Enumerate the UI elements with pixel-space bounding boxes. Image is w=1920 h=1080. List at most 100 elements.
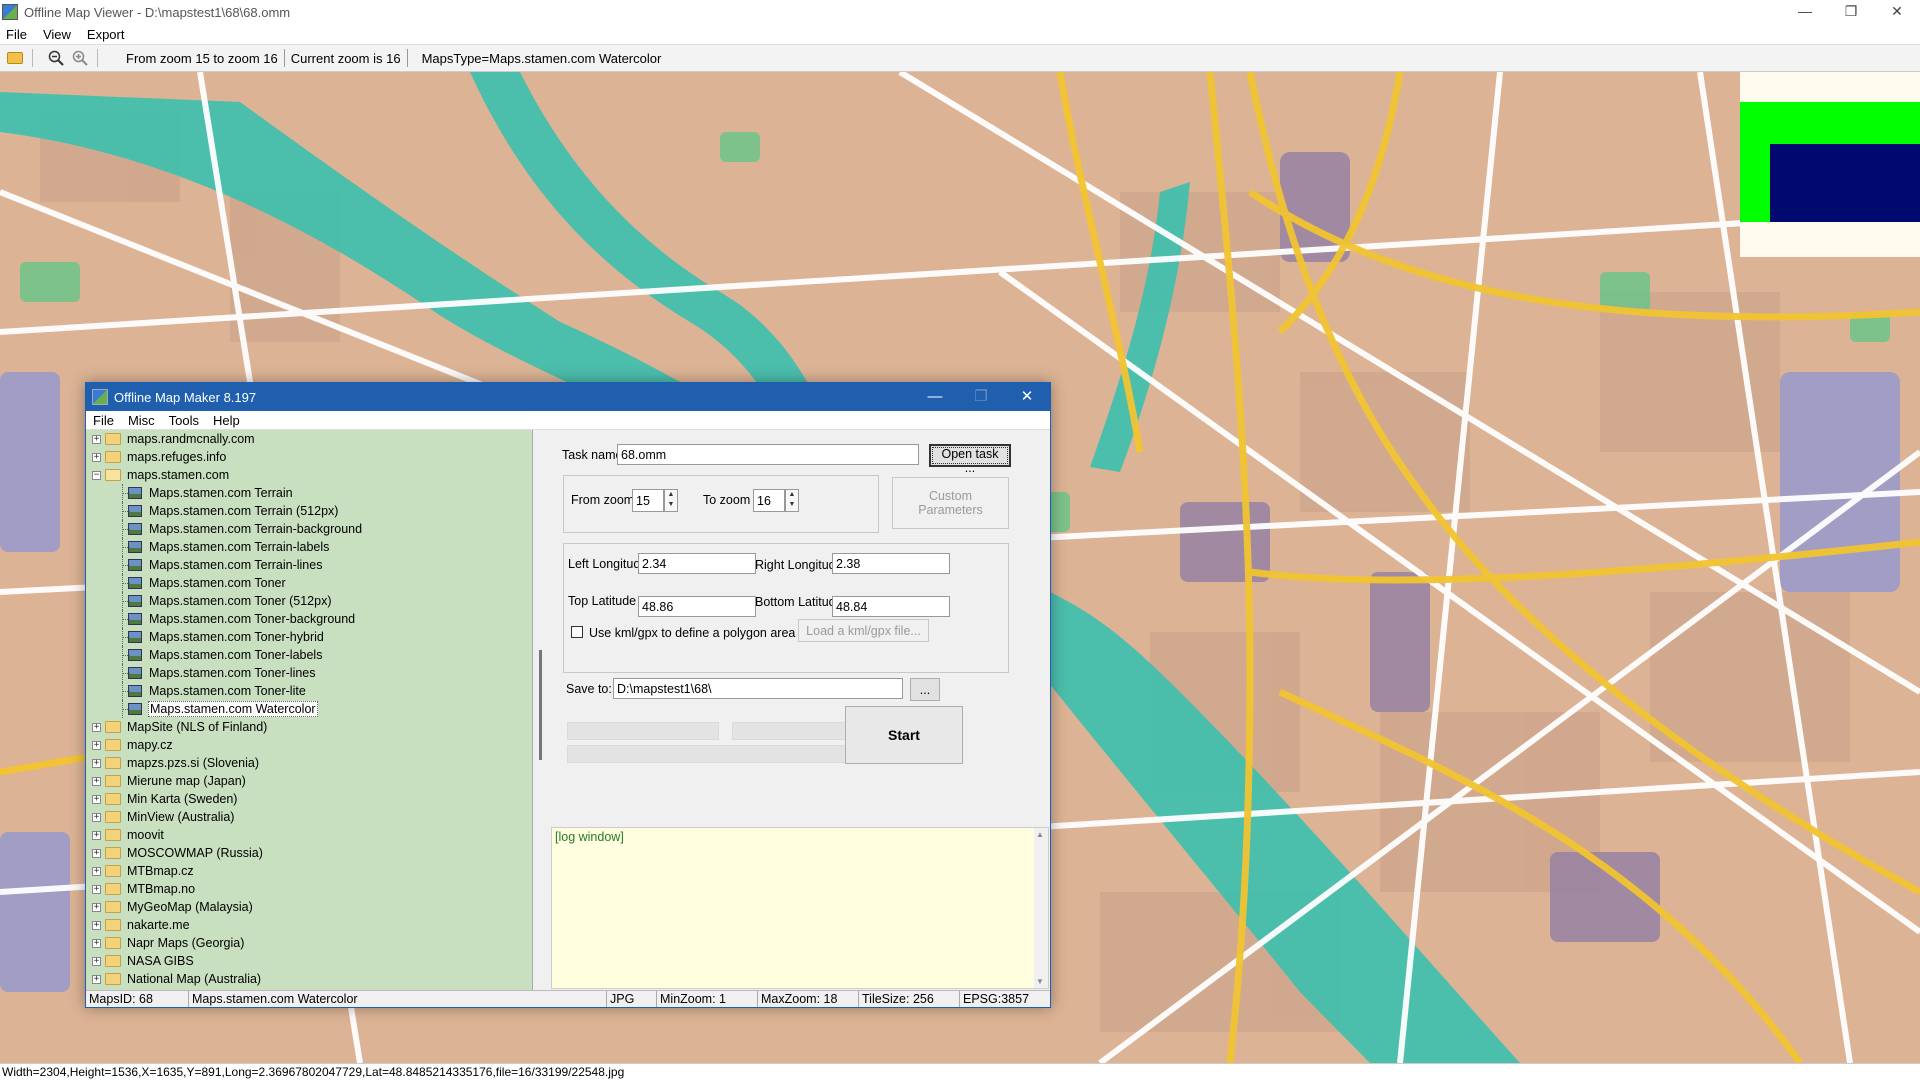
tree-map-item[interactable]: Maps.stamen.com Watercolor [86, 700, 532, 718]
dialog-menu-misc[interactable]: Misc [121, 413, 162, 428]
dialog-menu-file[interactable]: File [86, 413, 121, 428]
tree-folder-item[interactable]: + MOSCOWMAP (Russia) [86, 844, 532, 862]
kml-polygon-checkbox[interactable] [571, 626, 583, 638]
tree-map-item[interactable]: Maps.stamen.com Toner (512px) [86, 592, 532, 610]
tree-folder-item[interactable]: + maps.refuges.info [86, 448, 532, 466]
tree-scrollbar[interactable] [533, 430, 548, 990]
custom-parameters-button[interactable]: Custom Parameters [892, 477, 1009, 529]
tree-map-item[interactable]: Maps.stamen.com Toner-labels [86, 646, 532, 664]
browse-folder-button[interactable]: ... [910, 678, 940, 701]
tree-map-item[interactable]: Maps.stamen.com Terrain-background [86, 520, 532, 538]
folder-icon [105, 739, 121, 751]
tree-item-label: Maps.stamen.com Toner-background [149, 612, 356, 626]
tree-folder-item[interactable]: + MTBmap.cz [86, 862, 532, 880]
dialog-close-button[interactable]: ✕ [1004, 383, 1050, 411]
expand-icon[interactable]: + [92, 812, 101, 822]
expand-icon[interactable]: + [92, 902, 101, 912]
expand-icon[interactable]: + [92, 848, 101, 858]
expand-icon[interactable]: + [92, 866, 101, 876]
expand-icon[interactable]: + [92, 830, 101, 840]
tree-map-item[interactable]: Maps.stamen.com Terrain-labels [86, 538, 532, 556]
tree-folder-item[interactable]: + National Map (Australia) [86, 970, 532, 988]
left-longitude-input[interactable] [638, 553, 756, 574]
window-title: Offline Map Viewer - D:\mapstest1\68\68.… [24, 4, 291, 20]
save-to-input[interactable] [613, 678, 903, 699]
zoom-out-icon[interactable] [47, 49, 65, 67]
status-epsg: EPSG:3857 [963, 992, 1030, 1006]
menu-file[interactable]: File [0, 27, 35, 42]
dialog-menu-tools[interactable]: Tools [162, 413, 206, 428]
expand-icon[interactable]: + [92, 956, 101, 966]
scroll-up-icon[interactable]: ▲ [1036, 830, 1044, 839]
expand-icon[interactable]: + [92, 740, 101, 750]
expand-icon[interactable]: + [92, 758, 101, 768]
top-latitude-input[interactable] [638, 596, 756, 617]
to-zoom-input[interactable] [753, 489, 785, 512]
tree-map-item[interactable]: Maps.stamen.com Toner-lite [86, 682, 532, 700]
close-button[interactable]: ✕ [1874, 0, 1920, 24]
zoom-in-icon[interactable] [71, 49, 89, 67]
load-kml-button[interactable]: Load a kml/gpx file... [798, 619, 929, 642]
tree-folder-item[interactable]: + NASA GIBS [86, 952, 532, 970]
tree-scrollbar-thumb[interactable] [539, 650, 542, 760]
expand-icon[interactable]: + [92, 920, 101, 930]
start-button[interactable]: Start [845, 706, 963, 764]
tree-map-item[interactable]: Maps.stamen.com Toner-background [86, 610, 532, 628]
right-longitude-input[interactable] [832, 553, 950, 574]
task-name-label: Task name [562, 448, 623, 462]
bottom-latitude-input[interactable] [832, 596, 950, 617]
scroll-down-icon[interactable]: ▼ [1036, 977, 1044, 986]
from-zoom-input[interactable] [632, 489, 664, 512]
dialog-menu-help[interactable]: Help [206, 413, 247, 428]
toolbar-separator [97, 49, 98, 67]
to-zoom-stepper[interactable]: ▲ ▼ [785, 489, 799, 512]
minimize-button[interactable]: — [1782, 0, 1828, 24]
expand-icon[interactable]: + [92, 434, 101, 444]
tree-folder-item[interactable]: + MapSite (NLS of Finland) [86, 718, 532, 736]
collapse-icon[interactable]: − [92, 470, 101, 480]
tree-map-item[interactable]: Maps.stamen.com Toner-hybrid [86, 628, 532, 646]
folder-icon [105, 955, 121, 967]
expand-icon[interactable]: + [92, 776, 101, 786]
dialog-minimize-button[interactable]: — [912, 383, 958, 411]
task-name-input[interactable] [617, 444, 919, 465]
tree-map-item[interactable]: Maps.stamen.com Terrain (512px) [86, 502, 532, 520]
zoom-range-text: From zoom 15 to zoom 16 [126, 50, 278, 66]
expand-icon[interactable]: + [92, 722, 101, 732]
log-window[interactable]: [log window] ▲ ▼ [551, 827, 1049, 989]
open-task-button[interactable]: Open task ... [929, 444, 1011, 475]
tree-folder-item[interactable]: + maps.randmcnally.com [86, 430, 532, 448]
from-zoom-stepper[interactable]: ▲ ▼ [664, 489, 678, 512]
folder-icon [105, 433, 121, 445]
tree-folder-item[interactable]: + Napr Maps (Georgia) [86, 934, 532, 952]
tree-map-item[interactable]: Maps.stamen.com Terrain-lines [86, 556, 532, 574]
tree-folder-item[interactable]: + moovit [86, 826, 532, 844]
expand-icon[interactable]: + [92, 794, 101, 804]
map-source-tree[interactable]: + maps.randmcnally.com + maps.refuges.info −… [86, 430, 533, 990]
tree-map-item[interactable]: Maps.stamen.com Terrain [86, 484, 532, 502]
tree-map-item[interactable]: Maps.stamen.com Toner [86, 574, 532, 592]
tree-folder-item[interactable]: + Mierune map (Japan) [86, 772, 532, 790]
tree-item-label: Napr Maps (Georgia) [127, 936, 245, 950]
tree-folder-item[interactable]: + nakarte.me [86, 916, 532, 934]
expand-icon[interactable]: + [92, 974, 101, 984]
tree-map-item[interactable]: Maps.stamen.com Toner-lines [86, 664, 532, 682]
tree-folder-item[interactable]: + MyGeoMap (Malaysia) [86, 898, 532, 916]
expand-icon[interactable]: + [92, 452, 101, 462]
menu-export[interactable]: Export [79, 27, 133, 42]
folder-icon [105, 811, 121, 823]
tree-folder-item[interactable]: + mapy.cz [86, 736, 532, 754]
expand-icon[interactable]: + [92, 884, 101, 894]
tree-folder-item[interactable]: + mapzs.pzs.si (Slovenia) [86, 754, 532, 772]
menu-view[interactable]: View [35, 27, 79, 42]
maximize-button[interactable]: ❐ [1828, 0, 1874, 24]
expand-icon[interactable]: + [92, 938, 101, 948]
open-folder-icon[interactable] [6, 49, 24, 67]
log-scrollbar[interactable]: ▲ ▼ [1034, 828, 1048, 988]
tree-item-label: MTBmap.no [127, 882, 196, 896]
tree-folder-item[interactable]: + Min Karta (Sweden) [86, 790, 532, 808]
tree-folder-item[interactable]: − maps.stamen.com [86, 466, 532, 484]
tree-folder-item[interactable]: + MinView (Australia) [86, 808, 532, 826]
toolbar-separator [32, 49, 33, 67]
tree-folder-item[interactable]: + MTBmap.no [86, 880, 532, 898]
